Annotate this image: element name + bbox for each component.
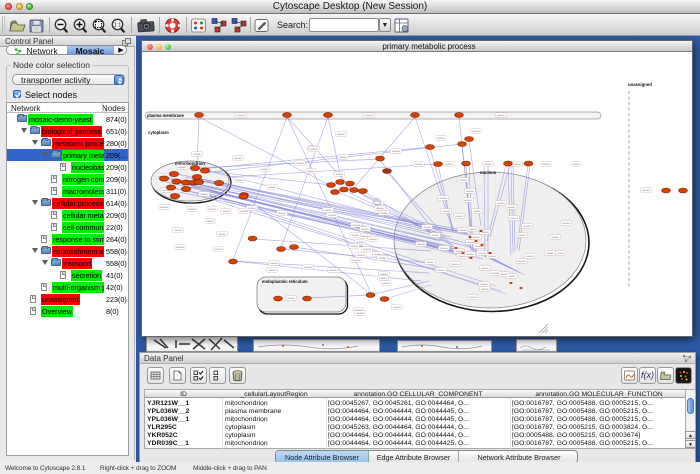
svg-text:nucleus: nucleus [480, 170, 497, 175]
svg-text:plasma membrane: plasma membrane [147, 113, 184, 118]
svg-text:unassigned: unassigned [628, 82, 652, 87]
svg-text:endoplasmic reticulum: endoplasmic reticulum [262, 279, 308, 284]
svg-text:1:1: 1:1 [114, 23, 122, 29]
svg-text:cytoplasm: cytoplasm [148, 130, 169, 135]
